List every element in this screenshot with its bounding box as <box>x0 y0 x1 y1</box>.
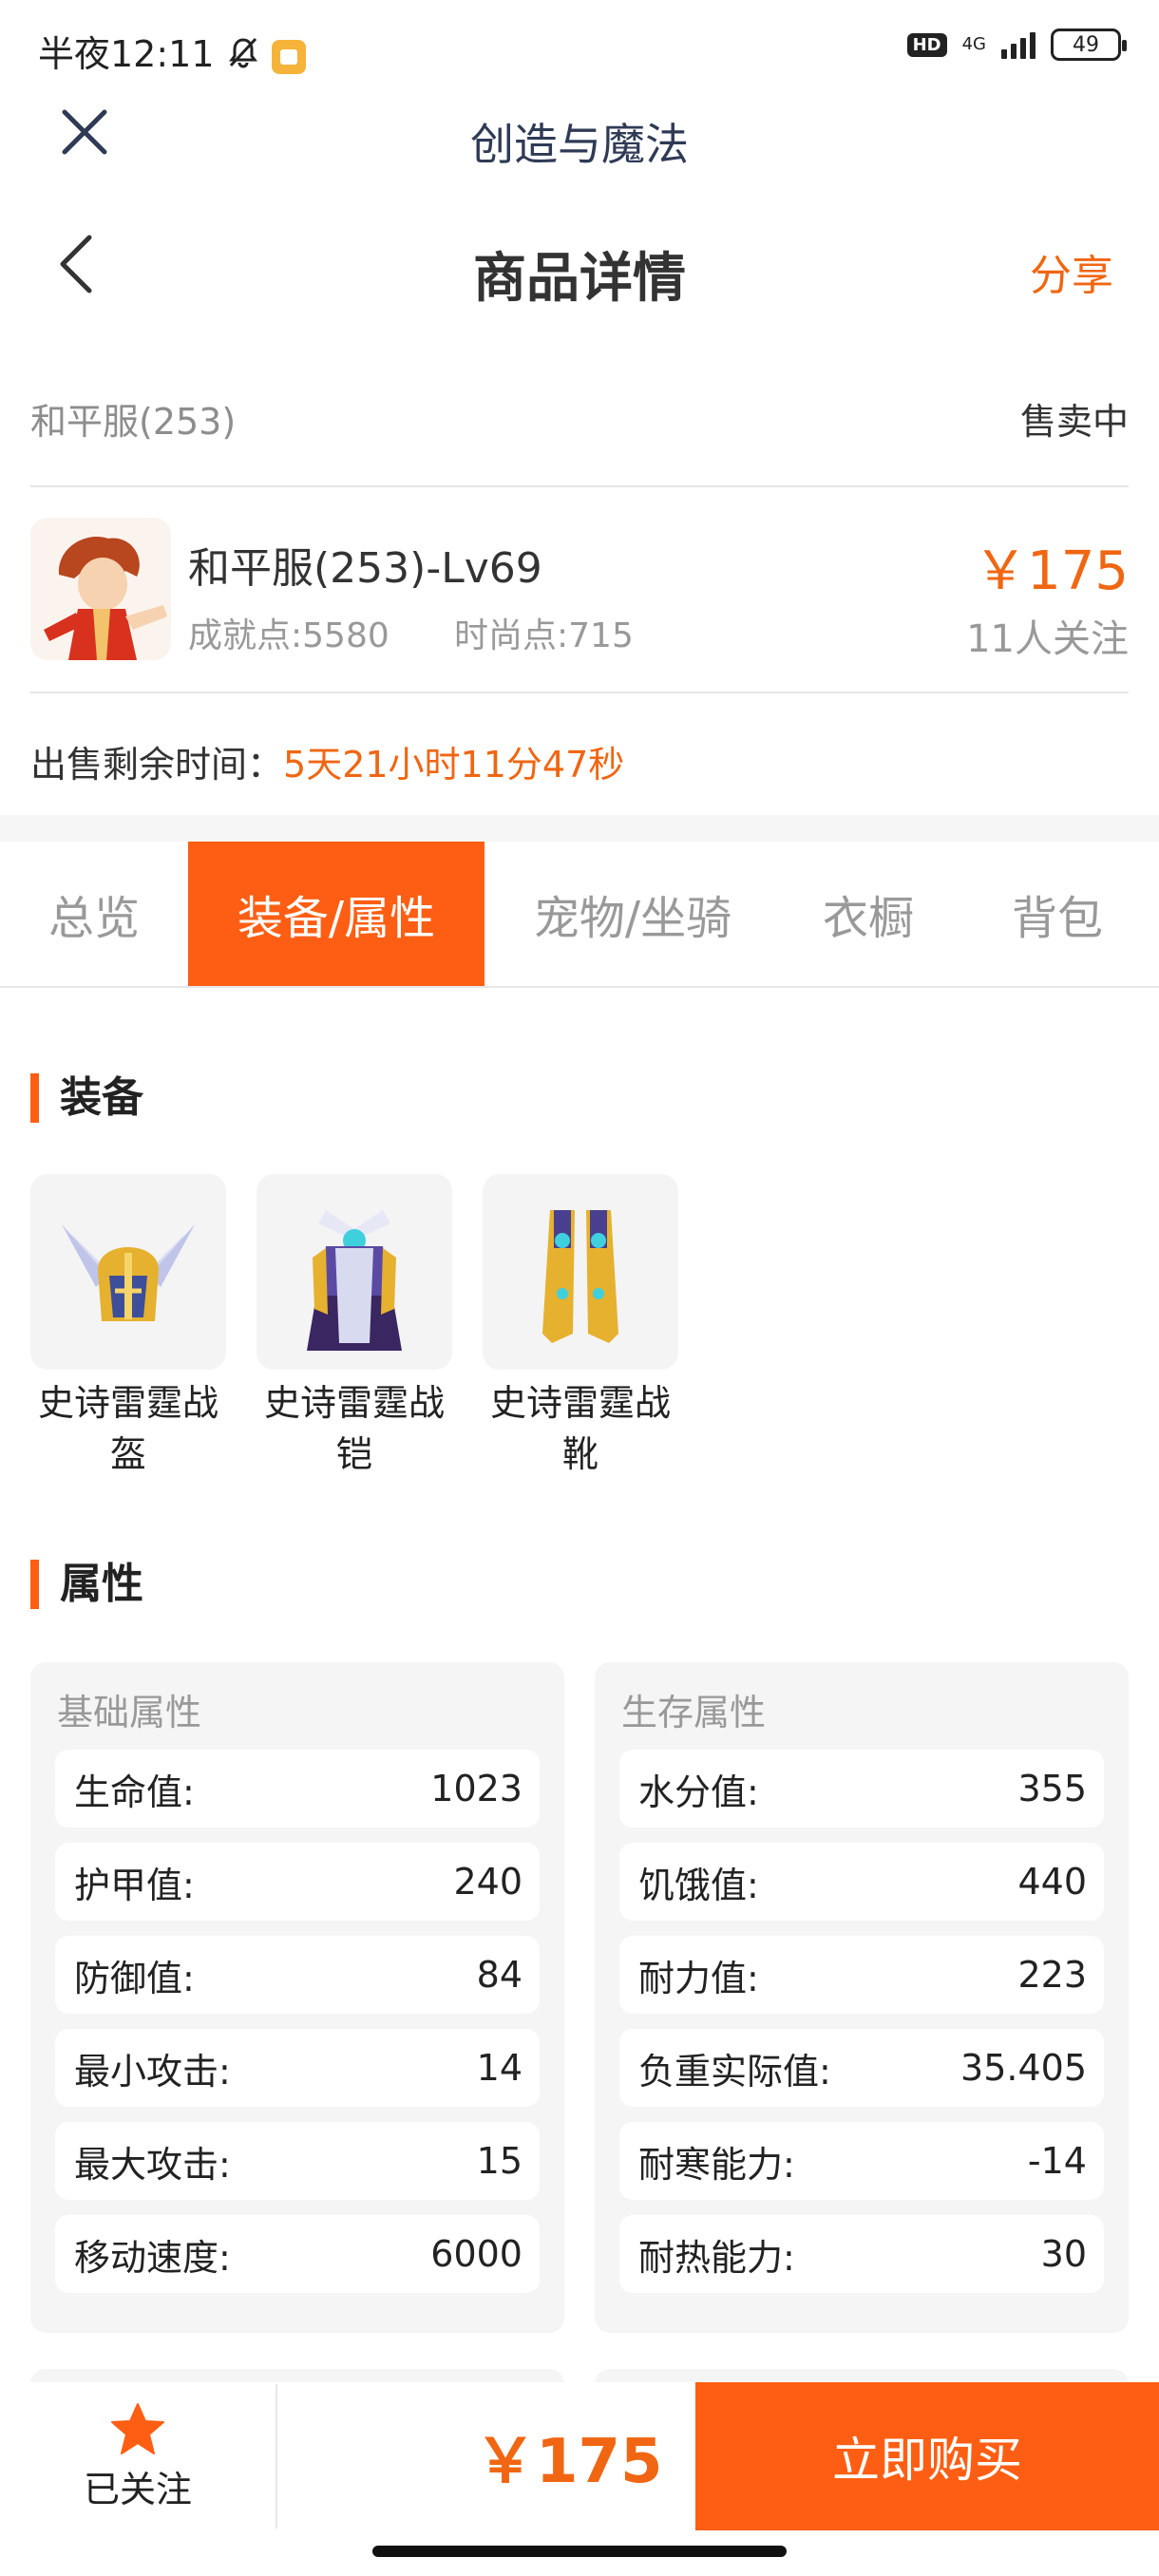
tab-overview[interactable]: 总览 <box>0 842 188 986</box>
battery-level: 49 <box>1073 32 1099 57</box>
network-type: 4G <box>961 34 986 54</box>
attribute-row: 水分值: 355 <box>619 1750 1104 1828</box>
item-name: 和平服(253)-Lv69 <box>188 544 542 593</box>
helmet-icon <box>30 1174 226 1370</box>
attribute-value: 440 <box>1017 1861 1087 1903</box>
attribute-row: 耐寒能力: -14 <box>619 2122 1104 2200</box>
attribute-label: 耐力值: <box>638 1957 759 1999</box>
attribute-row: 生命值: 1023 <box>55 1750 540 1828</box>
attribute-row: 最小攻击: 14 <box>55 2029 540 2107</box>
basic-attributes-panel: 基础属性 生命值: 1023 护甲值: 240 防御值: 84 最小攻击: 14 最大攻… <box>30 1662 564 2333</box>
mini-app-title: 创造与魔法 <box>470 119 689 170</box>
section-separator <box>0 815 1159 842</box>
attribute-value: 30 <box>1040 2233 1087 2275</box>
attribute-row: 耐力值: 223 <box>619 1936 1104 2014</box>
equipment-section-title: 装备 <box>30 1073 143 1123</box>
divider <box>30 485 1129 487</box>
achievement-points: 成就点:5580 <box>188 616 390 655</box>
remaining-time-label: 出售剩余时间： <box>30 744 284 786</box>
attribute-row: 负重实际值: 35.405 <box>619 2029 1104 2107</box>
status-indicators: HD 4G 49 <box>906 28 1127 61</box>
remaining-time-value: 5天21小时11分47秒 <box>283 744 625 786</box>
equipment-name: 史诗雷霆战靴 <box>489 1382 671 1475</box>
remaining-time: 出售剩余时间：5天21小时11分47秒 <box>30 735 624 787</box>
attribute-row: 最大攻击: 15 <box>55 2122 540 2200</box>
attribute-row: 饥饿值: 440 <box>619 1843 1104 1921</box>
boots-icon <box>483 1174 678 1370</box>
attribute-label: 水分值: <box>638 1771 759 1813</box>
divider <box>276 2384 277 2529</box>
survival-attributes-title: 生存属性 <box>621 1692 767 1733</box>
attribute-value: 1023 <box>430 1768 522 1809</box>
attribute-value: 223 <box>1017 1954 1087 1996</box>
attribute-label: 生命值: <box>74 1771 195 1813</box>
attribute-value: 35.405 <box>960 2047 1087 2089</box>
basic-attributes-title: 基础属性 <box>57 1692 202 1733</box>
attribute-value: 15 <box>476 2140 522 2182</box>
equipment-item[interactable]: 史诗雷霆战靴 <box>483 1174 678 1480</box>
character-avatar <box>30 518 171 660</box>
sale-status: 售卖中 <box>1019 401 1129 443</box>
status-time: 半夜12:11 <box>38 25 306 78</box>
tab-equipment-attributes[interactable]: 装备/属性 <box>188 842 484 986</box>
follow-button[interactable]: 已关注 <box>0 2382 276 2530</box>
divider <box>30 691 1129 693</box>
share-button[interactable]: 分享 <box>1030 241 1113 302</box>
notification-app-icon <box>271 39 306 74</box>
home-indicator[interactable] <box>372 2546 787 2557</box>
fashion-points: 时尚点:715 <box>454 616 634 655</box>
page-title: 商品详情 <box>473 248 686 310</box>
signal-icon <box>1001 30 1036 59</box>
attribute-value: 14 <box>476 2047 522 2089</box>
bell-off-icon <box>226 35 260 78</box>
armor-icon <box>256 1174 452 1370</box>
attribute-label: 护甲值: <box>74 1864 195 1906</box>
follower-count: 11人关注 <box>966 617 1129 661</box>
attributes-section-title: 属性 <box>30 1560 143 1609</box>
equipment-item[interactable]: 史诗雷霆战盔 <box>30 1174 226 1480</box>
attribute-row: 移动速度: 6000 <box>55 2215 540 2293</box>
tab-pets-mounts[interactable]: 宠物/坐骑 <box>484 842 781 986</box>
attribute-value: 240 <box>453 1861 522 1903</box>
follow-label: 已关注 <box>83 2468 192 2510</box>
buy-now-button[interactable]: 立即购买 <box>695 2382 1159 2530</box>
attribute-label: 防御值: <box>74 1957 195 1999</box>
attribute-value: 6000 <box>430 2233 522 2275</box>
attribute-label: 耐热能力: <box>638 2236 795 2279</box>
tab-wardrobe[interactable]: 衣橱 <box>781 842 956 986</box>
attribute-label: 最小攻击: <box>74 2050 231 2093</box>
attribute-label: 最大攻击: <box>74 2143 231 2186</box>
attribute-row: 护甲值: 240 <box>55 1843 540 1921</box>
attribute-row: 防御值: 84 <box>55 1936 540 2014</box>
attribute-row: 耐热能力: 30 <box>619 2215 1104 2293</box>
equipment-name: 史诗雷霆战盔 <box>37 1382 218 1475</box>
attribute-value: 84 <box>476 1954 522 1996</box>
tab-bar: 总览 装备/属性 宠物/坐骑 衣橱 背包 <box>0 842 1159 988</box>
survival-attributes-panel: 生存属性 水分值: 355 饥饿值: 440 耐力值: 223 负重实际值: 35.40… <box>595 1662 1129 2333</box>
bottom-price: ￥175 <box>475 2427 663 2497</box>
attribute-value: -14 <box>1027 2140 1087 2182</box>
attribute-label: 移动速度: <box>74 2236 231 2279</box>
attribute-value: 355 <box>1017 1768 1087 1809</box>
equipment-item[interactable]: 史诗雷霆战铠 <box>256 1174 452 1480</box>
tab-backpack[interactable]: 背包 <box>956 842 1159 986</box>
attribute-label: 负重实际值: <box>638 2050 831 2093</box>
server-name: 和平服(253) <box>30 401 237 443</box>
hd-badge: HD <box>906 32 947 57</box>
equipment-name: 史诗雷霆战铠 <box>263 1382 445 1475</box>
battery-icon: 49 <box>1051 28 1127 61</box>
attribute-label: 耐寒能力: <box>638 2143 795 2186</box>
star-icon <box>111 2402 164 2454</box>
attribute-label: 饥饿值: <box>638 1864 759 1906</box>
item-price: ￥175 <box>974 540 1129 602</box>
